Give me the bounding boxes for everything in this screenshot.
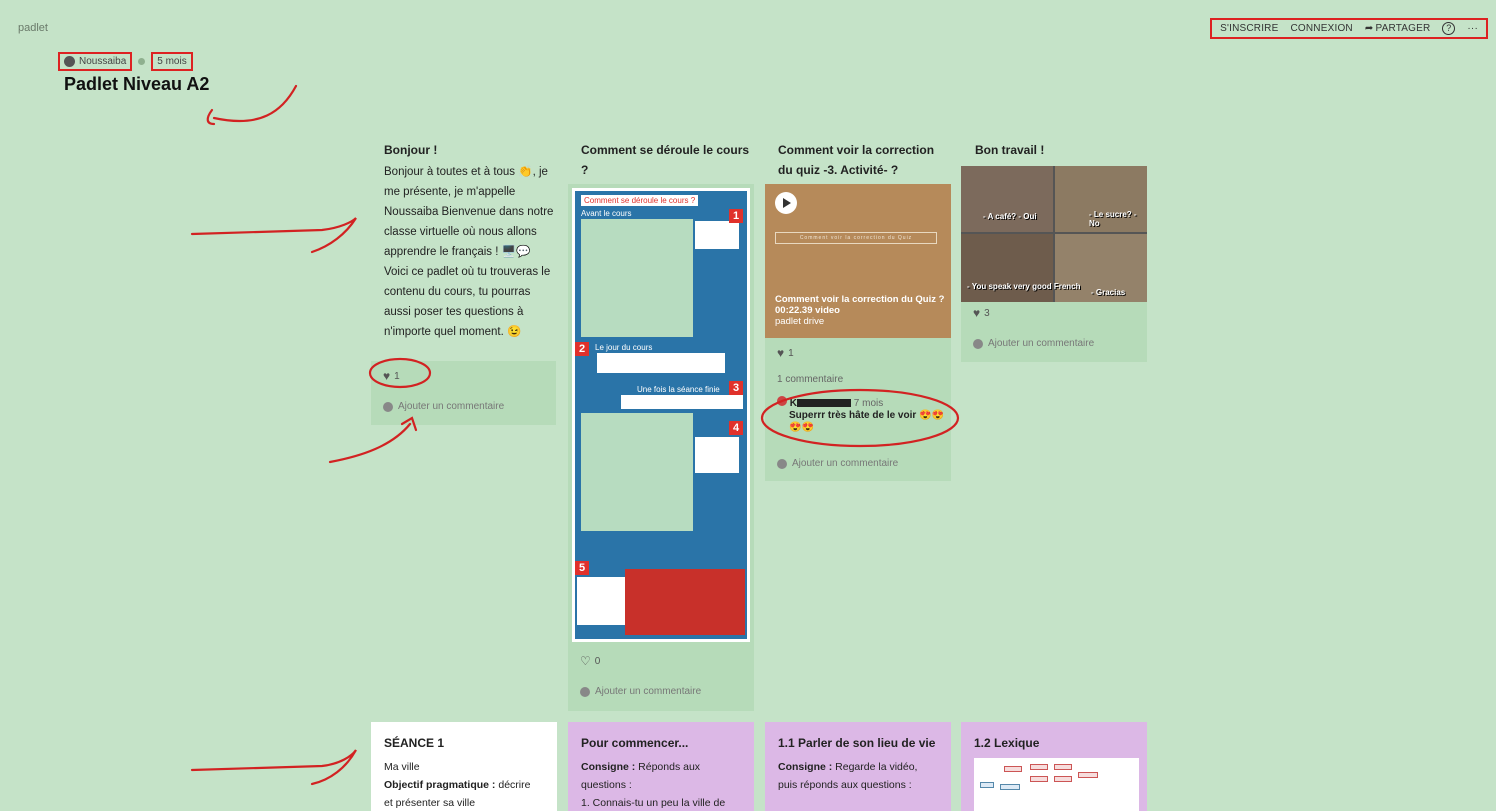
annotation-circle [368, 357, 432, 389]
annotation-stroke [190, 217, 357, 254]
annotation-stroke [212, 84, 298, 123]
annotation-layer [190, 84, 960, 786]
annotation-stroke [328, 422, 412, 464]
annotation-circle [760, 388, 960, 448]
annotation-stroke [190, 749, 357, 786]
annotation-stroke [206, 108, 216, 126]
